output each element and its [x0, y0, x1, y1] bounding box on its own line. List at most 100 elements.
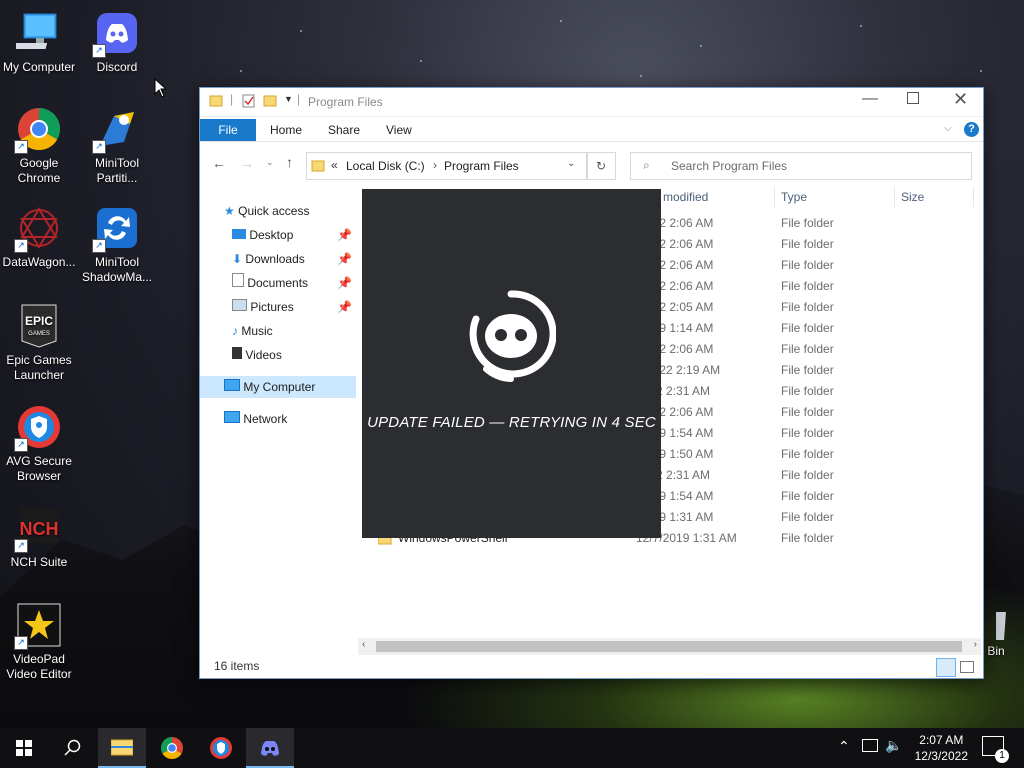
- column-header-modified[interactable]: modified: [663, 185, 708, 209]
- refresh-button[interactable]: ↻: [586, 152, 616, 180]
- discord-icon: [261, 741, 279, 756]
- documents-icon: [232, 273, 244, 287]
- taskbar-clock[interactable]: 2:07 AM 12/3/2022: [915, 732, 968, 764]
- network-icon: [224, 411, 240, 423]
- up-arrow-icon[interactable]: ↑: [286, 154, 293, 170]
- file-type: File folder: [781, 405, 834, 419]
- nav-my-computer[interactable]: My Computer: [200, 376, 356, 398]
- folder-icon: [209, 95, 223, 107]
- item-count: 16 items: [214, 659, 260, 673]
- maximize-button[interactable]: [907, 92, 919, 104]
- minitool-shadowmaker-icon: ↗: [92, 205, 140, 253]
- properties-icon[interactable]: [242, 94, 256, 108]
- scrollbar-thumb[interactable]: [376, 641, 962, 652]
- avg-browser-icon: [210, 737, 232, 759]
- file-type: File folder: [781, 510, 834, 524]
- windows-logo-icon: [16, 740, 32, 756]
- clock-time: 2:07 AM: [919, 733, 964, 747]
- column-header-type[interactable]: Type: [781, 185, 807, 209]
- desktop-icon-label: NCH Suite: [10, 555, 68, 569]
- svg-text:EPIC: EPIC: [25, 314, 53, 328]
- new-folder-icon[interactable]: [263, 94, 277, 108]
- address-dropdown-icon[interactable]: ⌄: [567, 158, 575, 169]
- pin-icon: 📌: [337, 276, 352, 290]
- tab-share[interactable]: Share: [328, 119, 360, 141]
- desktop-icon-my-computer[interactable]: My Computer: [0, 10, 78, 75]
- desktop-icon-label: MiniTool ShadowMa...: [81, 255, 153, 284]
- volume-icon[interactable]: 🔈: [885, 737, 902, 754]
- address-bar[interactable]: « Local Disk (C:) › Program Files ⌄: [306, 152, 588, 180]
- desktop-icon-discord[interactable]: ↗ Discord: [78, 10, 156, 75]
- desktop-icon-epic-games[interactable]: EPIC GAMES Epic Games Launcher: [0, 303, 78, 383]
- window-title: Program Files: [308, 95, 383, 109]
- breadcrumb-program-files[interactable]: Program Files: [444, 159, 519, 173]
- nav-downloads[interactable]: ⬇ Downloads 📌: [232, 248, 354, 270]
- start-button[interactable]: [0, 728, 48, 768]
- nav-pictures[interactable]: Pictures 📌: [232, 296, 354, 318]
- chrome-icon: ↗: [14, 106, 62, 154]
- column-header-size[interactable]: Size: [901, 185, 924, 209]
- large-icons-view-icon[interactable]: [960, 661, 974, 673]
- forward-arrow-icon[interactable]: →: [240, 155, 254, 171]
- desktop-icon-label: MiniTool Partiti...: [94, 156, 139, 185]
- star-icon: ★: [224, 204, 235, 218]
- taskbar-avg-browser[interactable]: [197, 728, 245, 768]
- scroll-right-icon[interactable]: ›: [974, 639, 977, 650]
- file-type: File folder: [781, 321, 834, 335]
- pin-icon: 📌: [337, 300, 352, 314]
- taskbar-discord[interactable]: [246, 728, 294, 768]
- horizontal-scrollbar[interactable]: ‹ ›: [358, 638, 981, 655]
- desktop-icon-minitool-partition[interactable]: ↗ MiniTool Partiti...: [78, 106, 156, 186]
- quick-access-toolbar-dropdown-icon[interactable]: ▼: [284, 94, 293, 104]
- status-bar: 16 items: [200, 656, 983, 678]
- nav-quick-access[interactable]: ★ Quick access: [224, 200, 309, 222]
- pin-icon: 📌: [337, 228, 352, 242]
- help-icon[interactable]: ?: [964, 122, 979, 137]
- nch-suite-icon: NCH ↗: [14, 505, 62, 553]
- action-center-icon[interactable]: 1: [982, 736, 1009, 763]
- show-hidden-icons-chevron-icon[interactable]: ⌃: [838, 738, 850, 755]
- search-input[interactable]: ⌕ Search Program Files: [630, 152, 972, 180]
- tab-file[interactable]: File: [200, 119, 256, 141]
- file-type: File folder: [781, 279, 834, 293]
- desktop-icon-nch-suite[interactable]: NCH ↗ NCH Suite: [0, 505, 78, 570]
- details-view-icon[interactable]: [936, 658, 956, 677]
- file-type: File folder: [781, 363, 834, 377]
- nav-network[interactable]: Network: [224, 408, 287, 430]
- tab-view[interactable]: View: [386, 119, 412, 141]
- nav-videos[interactable]: Videos: [232, 344, 282, 366]
- minitool-partition-icon: ↗: [92, 106, 140, 154]
- desktop-icon-avg-browser[interactable]: ↗ AVG Secure Browser: [0, 404, 78, 484]
- navigation-pane: ★ Quick access Desktop 📌 ⬇ Downloads 📌 Doc…: [200, 200, 356, 640]
- breadcrumb-local-disk[interactable]: Local Disk (C:): [346, 159, 425, 173]
- ribbon-expand-chevron-icon[interactable]: ⌵: [944, 123, 952, 134]
- minimize-button[interactable]: —: [862, 90, 878, 108]
- taskbar-file-explorer[interactable]: [98, 728, 146, 768]
- desktop-icon-label: Epic Games Launcher: [6, 353, 72, 382]
- desktop-icon-chrome[interactable]: ↗ Google Chrome: [0, 106, 78, 186]
- recent-locations-chevron-icon[interactable]: ⌄: [266, 157, 274, 168]
- epic-games-icon: EPIC GAMES: [16, 303, 62, 349]
- scroll-left-icon[interactable]: ‹: [362, 639, 365, 650]
- back-arrow-icon[interactable]: ←: [212, 155, 226, 171]
- network-status-icon[interactable]: [862, 739, 878, 752]
- file-type: File folder: [781, 426, 834, 440]
- desktop-icon-videopad[interactable]: ↗ VideoPad Video Editor: [0, 602, 78, 682]
- nav-documents[interactable]: Documents 📌: [232, 272, 354, 294]
- clock-date: 12/3/2022: [914, 749, 968, 763]
- search-icon: ⌕: [643, 158, 650, 172]
- update-failed-dialog: UPDATE FAILED — RETRYING IN 4 SEC: [362, 189, 661, 538]
- nav-desktop[interactable]: Desktop 📌: [232, 224, 354, 246]
- tab-home[interactable]: Home: [270, 119, 302, 141]
- file-type: File folder: [781, 258, 834, 272]
- folder-icon: [311, 160, 325, 172]
- desktop-icon-minitool-shadowmaker[interactable]: ↗ MiniTool ShadowMa...: [78, 205, 156, 285]
- search-icon: [64, 739, 81, 756]
- nav-music[interactable]: ♪ Music: [232, 320, 273, 342]
- desktop-icon-label: Google Chrome: [17, 156, 61, 185]
- close-button[interactable]: ✕: [953, 89, 968, 110]
- search-button[interactable]: [48, 728, 96, 768]
- taskbar-chrome[interactable]: [148, 728, 196, 768]
- title-bar: | ▼ | Program Files — ✕: [200, 88, 983, 117]
- desktop-icon-datawagon[interactable]: ↗ DataWagon...: [0, 205, 78, 270]
